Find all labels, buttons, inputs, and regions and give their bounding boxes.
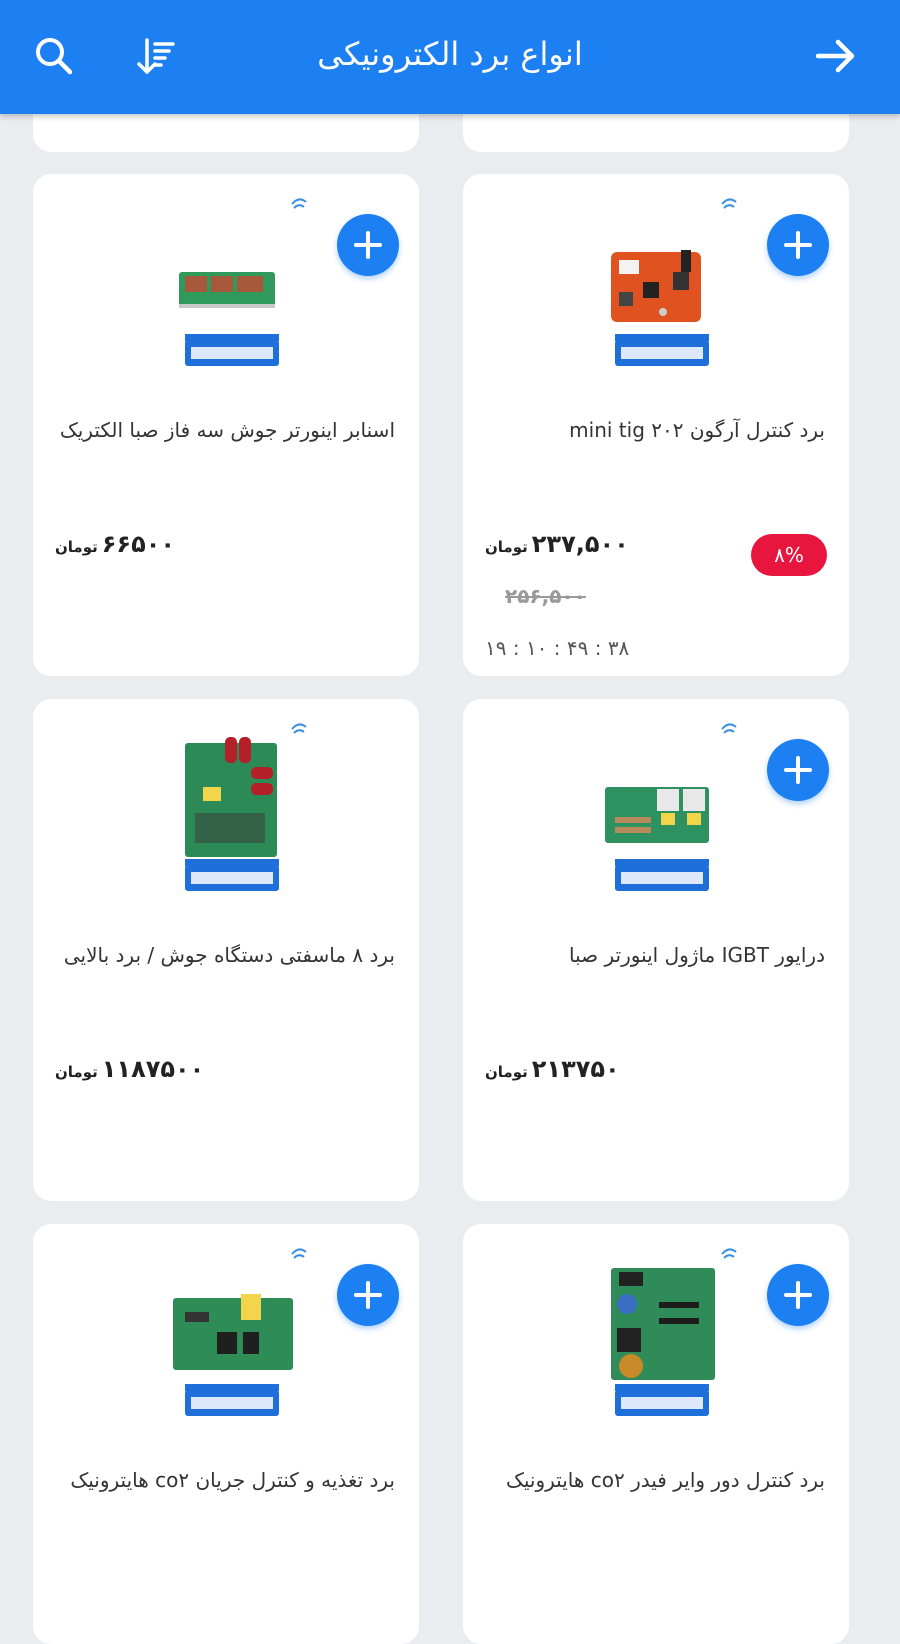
product-image xyxy=(611,250,709,366)
hitronic-logo xyxy=(615,1384,709,1416)
hitronic-logo xyxy=(615,334,709,366)
discount-badge: ۸% xyxy=(751,534,827,576)
add-to-cart-button[interactable] xyxy=(337,1264,399,1326)
product-card[interactable]: اسنابر اینورتر جوش سه فاز صبا الکتریک ۶۶… xyxy=(33,174,419,676)
plus-icon xyxy=(784,231,812,259)
product-card[interactable]: برد ۸ ماسفتی دستگاه جوش / برد بالایی ۱۱۸… xyxy=(33,699,419,1201)
add-to-cart-button[interactable] xyxy=(767,1264,829,1326)
product-image xyxy=(179,272,279,366)
product-price: ۲۳۷,۵۰۰تومان xyxy=(485,530,629,558)
sort-icon[interactable] xyxy=(133,32,181,80)
plus-icon xyxy=(354,231,382,259)
hitronic-logo xyxy=(185,1384,279,1416)
product-name: برد تغذیه و کنترل جریان co۲ هایترونیک xyxy=(70,1468,395,1492)
hitronic-logo xyxy=(185,859,279,891)
arrow-right-icon[interactable] xyxy=(812,32,860,80)
product-price: ۶۶۵۰۰تومان xyxy=(55,530,176,558)
product-name: درایور IGBT ماژول اینورتر صبا xyxy=(569,943,825,967)
product-card[interactable]: درایور IGBT ماژول اینورتر صبا ۲۱۳۷۵۰توما… xyxy=(463,699,849,1201)
page-title: انواع برد الکترونیکی xyxy=(317,35,583,73)
plus-icon xyxy=(784,1281,812,1309)
product-name: برد کنترل دور وایر فیدر co۲ هایترونیک xyxy=(505,1468,825,1492)
product-name: برد کنترل آرگون ۲۰۲ mini tig xyxy=(569,418,825,442)
product-image xyxy=(611,1268,715,1416)
product-name: اسنابر اینورتر جوش سه فاز صبا الکتریک xyxy=(59,418,395,442)
product-image xyxy=(185,737,279,891)
search-icon[interactable] xyxy=(30,32,78,80)
product-image xyxy=(173,1294,293,1416)
add-to-cart-button[interactable] xyxy=(337,214,399,276)
hitronic-logo xyxy=(615,859,709,891)
add-to-cart-button[interactable] xyxy=(767,214,829,276)
hitronic-logo xyxy=(185,334,279,366)
old-price: ۲۵۶,۵۰۰ xyxy=(505,584,586,608)
plus-icon xyxy=(784,756,812,784)
product-price: ۱۱۸۷۵۰۰تومان xyxy=(55,1055,205,1083)
app-bar: انواع برد الکترونیکی xyxy=(0,0,900,114)
add-to-cart-button[interactable] xyxy=(767,739,829,801)
plus-icon xyxy=(354,1281,382,1309)
product-card[interactable]: برد تغذیه و کنترل جریان co۲ هایترونیک xyxy=(33,1224,419,1644)
countdown-timer: ۱۹ : ۱۰ : ۴۹ : ۳۸ xyxy=(485,636,630,660)
product-card[interactable]: برد کنترل دور وایر فیدر co۲ هایترونیک xyxy=(463,1224,849,1644)
product-card[interactable]: برد کنترل آرگون ۲۰۲ mini tig ۸% ۲۳۷,۵۰۰ت… xyxy=(463,174,849,676)
product-price: ۲۱۳۷۵۰تومان xyxy=(485,1055,620,1083)
product-image xyxy=(605,787,709,891)
product-name: برد ۸ ماسفتی دستگاه جوش / برد بالایی xyxy=(63,943,395,967)
